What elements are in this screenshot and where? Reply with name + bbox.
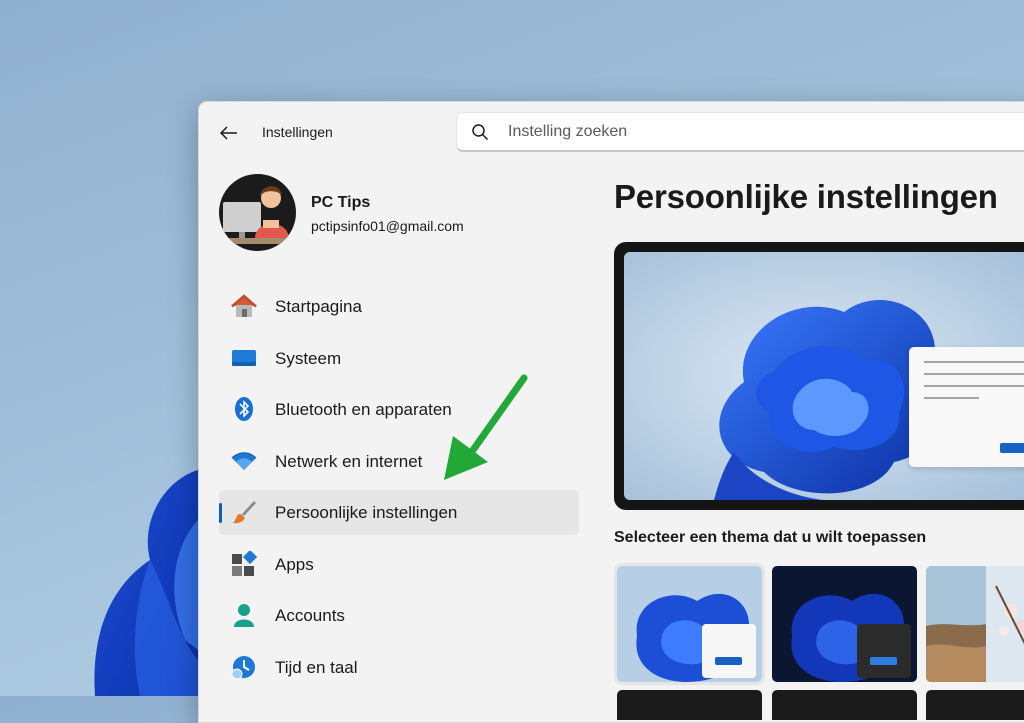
- bluetooth-icon: [235, 397, 253, 421]
- sidebar-item-tijd-en-taal[interactable]: Tijd en taal: [219, 645, 579, 690]
- theme-tile-row2-3[interactable]: [926, 690, 1024, 720]
- sidebar-item-netwerk[interactable]: Netwerk en internet: [219, 439, 579, 484]
- theme-tile-nature[interactable]: [926, 566, 1024, 682]
- avatar: [219, 174, 296, 251]
- sidebar-item-label: Netwerk en internet: [275, 451, 423, 471]
- sidebar-item-label: Systeem: [275, 348, 342, 368]
- preview-window-card: [909, 347, 1024, 467]
- sidebar-item-bluetooth[interactable]: Bluetooth en apparaten: [219, 387, 579, 432]
- sidebar-item-startpagina[interactable]: Startpagina: [219, 284, 579, 329]
- sidebar-item-label: Persoonlijke instellingen: [275, 503, 458, 522]
- avatar-icon: [219, 174, 296, 251]
- system-icon: [232, 349, 256, 366]
- theme-tile-row2-1[interactable]: [617, 690, 762, 720]
- app-title: Instellingen: [262, 124, 333, 140]
- sidebar-item-label: Accounts: [275, 606, 345, 625]
- sidebar-item-label: Startpagina: [275, 297, 362, 316]
- profile-name: PC Tips: [311, 194, 371, 211]
- theme-preview: [614, 242, 1024, 510]
- paintbrush-icon: [233, 501, 256, 524]
- clock-globe-icon: [231, 655, 255, 679]
- apps-icon: [232, 550, 257, 576]
- sidebar-item-accounts[interactable]: Accounts: [219, 593, 579, 638]
- theme-tile-light[interactable]: [614, 563, 765, 685]
- sidebar-item-apps[interactable]: Apps: [219, 542, 579, 587]
- sidebar-item-label: Tijd en taal: [275, 657, 358, 677]
- sidebar-nav: Startpagina Systeem Bluetooth en apparat…: [219, 284, 579, 696]
- title-bar: Instellingen Instelling zoeken: [199, 102, 1024, 162]
- back-button[interactable]: [215, 119, 243, 147]
- page-title: Persoonlijke instellingen: [614, 178, 998, 215]
- theme-tile-card: [702, 624, 756, 678]
- sidebar-item-systeem[interactable]: Systeem: [219, 336, 579, 381]
- search-icon: [472, 124, 489, 141]
- back-arrow-icon: [220, 126, 237, 140]
- theme-tile-dark[interactable]: [772, 566, 917, 682]
- theme-tile-row2-2[interactable]: [772, 690, 917, 720]
- sidebar-item-label: Bluetooth en apparaten: [275, 400, 452, 419]
- sidebar-item-persoonlijke-instellingen[interactable]: Persoonlijke instellingen: [219, 490, 579, 535]
- theme-heading: Selecteer een thema dat u wilt toepassen: [614, 529, 927, 546]
- search-input[interactable]: Instelling zoeken: [456, 112, 1024, 152]
- home-icon: [231, 294, 257, 317]
- profile-email: pctipsinfo01@gmail.com: [311, 218, 464, 234]
- sidebar-item-label: Apps: [275, 554, 314, 574]
- wifi-icon: [231, 451, 257, 470]
- settings-window: Instellingen Instelling zoeken PC Tips p…: [198, 101, 1024, 723]
- search-placeholder: Instelling zoeken: [508, 123, 628, 140]
- accounts-icon: [234, 604, 254, 627]
- theme-tile-card: [857, 624, 911, 678]
- theme-preview-screen: [624, 252, 1024, 500]
